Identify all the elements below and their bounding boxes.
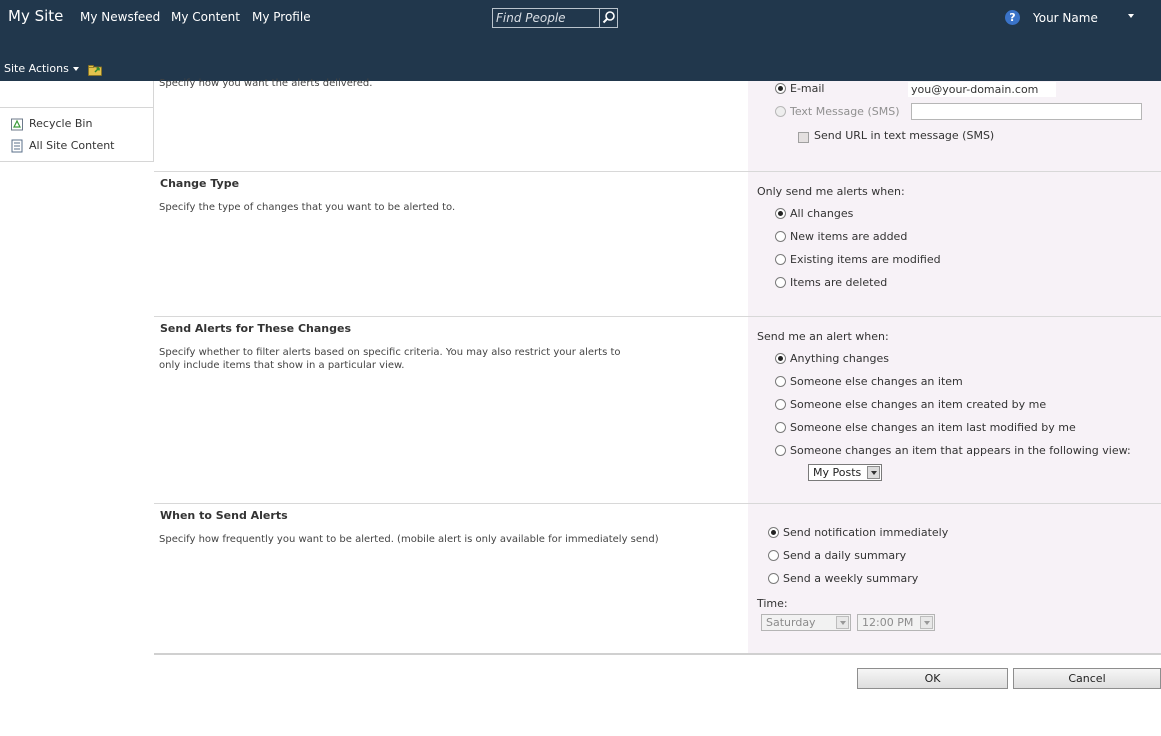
find-people-input[interactable] (493, 9, 599, 27)
site-actions-menu[interactable]: Site Actions (4, 62, 79, 75)
chevron-down-icon (72, 67, 79, 71)
help-icon[interactable]: ? (1005, 10, 1020, 25)
radio-button[interactable] (775, 277, 786, 288)
radio-label: Someone changes an item that appears in … (790, 444, 1131, 457)
time-select[interactable]: 12:00 PM (857, 614, 935, 631)
change-type-title: Change Type (160, 177, 240, 190)
sidebar-item-label: Recycle Bin (29, 117, 93, 130)
view-select-value: My Posts (813, 466, 862, 479)
when-title: When to Send Alerts (160, 509, 288, 522)
radio-button[interactable] (775, 422, 786, 433)
section-send-alerts-filter: Send Alerts for These Changes Specify wh… (154, 317, 1161, 504)
chevron-down-icon (920, 616, 933, 629)
radio-button[interactable] (768, 573, 779, 584)
find-people-box (492, 8, 618, 28)
radio-button[interactable] (775, 399, 786, 410)
view-select[interactable]: My Posts (808, 464, 882, 481)
user-menu-name[interactable]: Your Name (1033, 11, 1098, 25)
my-site-link[interactable]: My Site (8, 7, 63, 25)
day-select-value: Saturday (766, 616, 816, 629)
when-description: Specify how frequently you want to be al… (159, 534, 659, 545)
chevron-down-icon (867, 466, 880, 479)
quick-launch: Recycle Bin All Site Content (0, 81, 154, 162)
nav-my-newsfeed[interactable]: My Newsfeed (80, 10, 160, 24)
time-label: Time: (757, 597, 788, 610)
top-bar: My Site My Newsfeed My Content My Profil… (0, 0, 1161, 81)
radio-label: Existing items are modified (790, 253, 941, 266)
radio-button[interactable] (775, 208, 786, 219)
radio-label: Send a weekly summary (783, 572, 919, 585)
section-delivery-method: Specify how you want the alerts delivere… (154, 78, 1161, 172)
section-when-to-send: When to Send Alerts Specify how frequent… (154, 504, 1161, 655)
chevron-down-icon[interactable] (1128, 14, 1134, 18)
email-label: E-mail (790, 82, 825, 95)
radio-label: Items are deleted (790, 276, 888, 289)
email-radio[interactable] (775, 83, 786, 94)
search-button[interactable] (599, 9, 617, 27)
radio-button[interactable] (775, 254, 786, 265)
radio-label: Send a daily summary (783, 549, 907, 562)
radio-button[interactable] (768, 550, 779, 561)
radio-label: All changes (790, 207, 854, 220)
day-select[interactable]: Saturday (761, 614, 851, 631)
radio-label: Anything changes (790, 352, 890, 365)
radio-button[interactable] (775, 376, 786, 387)
sms-label: Text Message (SMS) (790, 105, 900, 118)
time-select-value: 12:00 PM (862, 616, 914, 629)
all-site-content-icon (11, 139, 23, 153)
filter-description: Specify whether to filter alerts based o… (159, 347, 621, 371)
radio-button[interactable] (775, 445, 786, 456)
search-icon (602, 11, 615, 24)
radio-label: Someone else changes an item created by … (790, 398, 1047, 411)
quick-launch-divider (0, 107, 153, 108)
radio-button[interactable] (775, 353, 786, 364)
filter-title: Send Alerts for These Changes (160, 322, 351, 335)
delivery-description: Specify how you want the alerts delivere… (159, 78, 373, 89)
recycle-bin-icon (11, 118, 23, 131)
send-url-checkbox[interactable] (798, 132, 809, 143)
chevron-down-icon (836, 616, 849, 629)
ok-button[interactable]: OK (857, 668, 1008, 689)
sidebar-item-label: All Site Content (29, 139, 115, 152)
email-address-field[interactable]: you@your-domain.com (907, 81, 1057, 98)
change-type-description: Specify the type of changes that you wan… (159, 202, 456, 213)
sms-number-field[interactable] (911, 103, 1142, 120)
site-actions-label: Site Actions (4, 62, 69, 75)
nav-my-content[interactable]: My Content (171, 10, 240, 24)
radio-label: New items are added (790, 230, 908, 243)
sms-radio[interactable] (775, 106, 786, 117)
radio-button[interactable] (775, 231, 786, 242)
send-url-label: Send URL in text message (SMS) (814, 129, 995, 142)
nav-my-profile[interactable]: My Profile (252, 10, 311, 24)
cancel-button[interactable]: Cancel (1013, 668, 1161, 689)
change-type-prompt: Only send me alerts when: (757, 185, 905, 198)
radio-label: Send notification immediately (783, 526, 949, 539)
navigate-up-folder-icon[interactable] (88, 64, 103, 76)
filter-prompt: Send me an alert when: (757, 330, 889, 343)
radio-button[interactable] (768, 527, 779, 538)
radio-label: Someone else changes an item last modifi… (790, 421, 1076, 434)
radio-label: Someone else changes an item (790, 375, 963, 388)
section-change-type: Change Type Specify the type of changes … (154, 172, 1161, 317)
